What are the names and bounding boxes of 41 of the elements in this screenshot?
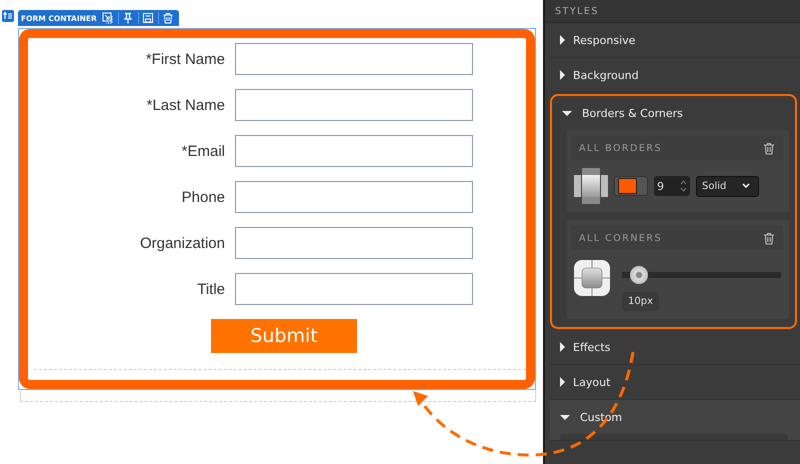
section-header[interactable]: Responsive: [550, 23, 800, 57]
disclosure-triangle-icon: [560, 35, 565, 45]
width-field[interactable]: 9: [654, 176, 690, 196]
trash-icon[interactable]: [763, 232, 775, 244]
pin-icon[interactable]: [118, 12, 134, 24]
section-header[interactable]: Borders & Corners: [552, 96, 795, 130]
color-swatch[interactable]: [614, 176, 648, 196]
borders-icon[interactable]: [574, 168, 608, 204]
field-label: Title: [196, 280, 225, 298]
radius-value: 10px: [622, 292, 659, 311]
disclosure-triangle-icon: [560, 70, 565, 80]
card-title: ALL BORDERS: [579, 142, 662, 154]
trash-icon[interactable]: [763, 142, 775, 154]
panel-title: STYLES: [555, 6, 599, 16]
text-field[interactable]: [235, 273, 473, 305]
disclosure-triangle-icon: [560, 377, 565, 387]
style-dropdown[interactable]: Solid: [696, 176, 759, 196]
section-header[interactable]: Effects: [550, 330, 800, 364]
resize-icon[interactable]: [102, 12, 114, 24]
field-label: *First Name: [144, 50, 225, 68]
trash-icon[interactable]: [158, 12, 174, 24]
text-field[interactable]: [235, 135, 473, 167]
field-label: Phone: [180, 188, 225, 206]
corners-icon[interactable]: [574, 260, 610, 296]
chevron-down-icon: [742, 183, 750, 189]
field-label: Organization: [138, 234, 225, 252]
disclosure-triangle-icon: [562, 110, 572, 116]
section-header[interactable]: Layout: [550, 365, 800, 399]
field-label: *Email: [180, 142, 225, 160]
section-header[interactable]: Background: [550, 58, 800, 92]
card-title: ALL CORNERS: [579, 232, 662, 244]
text-field[interactable]: [235, 43, 473, 75]
text-field[interactable]: [235, 89, 473, 121]
text-field[interactable]: [235, 181, 473, 213]
text-field[interactable]: [235, 227, 473, 259]
save-icon[interactable]: [138, 12, 154, 24]
disclosure-triangle-icon: [560, 414, 570, 420]
disclosure-triangle-icon: [560, 342, 565, 352]
spinner-icon[interactable]: [680, 178, 687, 194]
field-label: *Last Name: [146, 96, 225, 114]
outline-icon[interactable]: [2, 10, 14, 22]
